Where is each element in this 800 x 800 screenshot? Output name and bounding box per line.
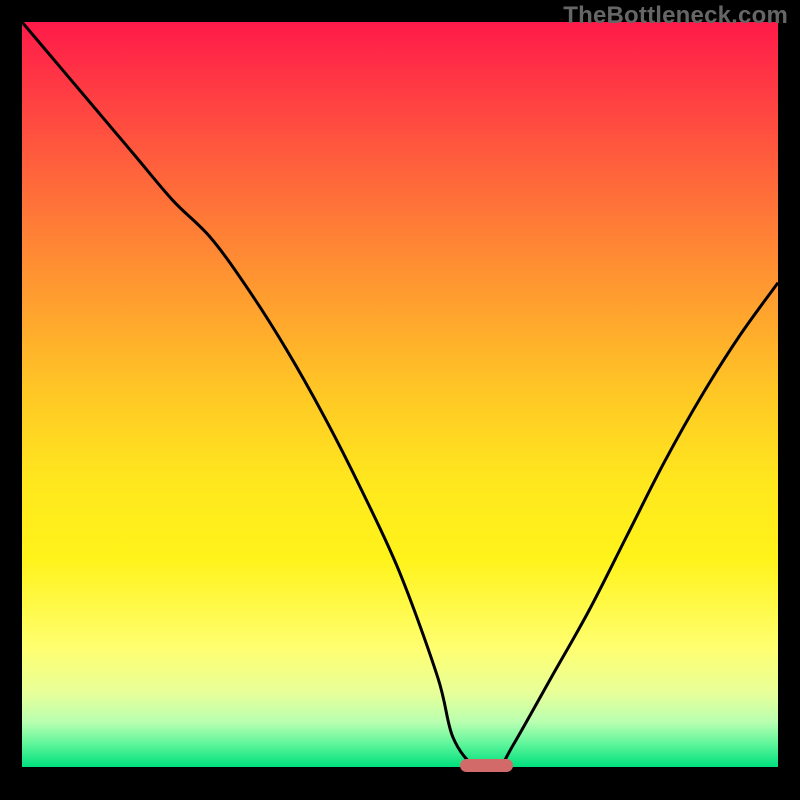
chart-frame: TheBottleneck.com: [0, 0, 800, 800]
curve-svg: [22, 22, 778, 767]
bottleneck-curve-path: [22, 22, 778, 770]
watermark-text: TheBottleneck.com: [563, 2, 788, 30]
optimal-range-marker: [460, 759, 513, 772]
plot-area: [22, 22, 778, 767]
